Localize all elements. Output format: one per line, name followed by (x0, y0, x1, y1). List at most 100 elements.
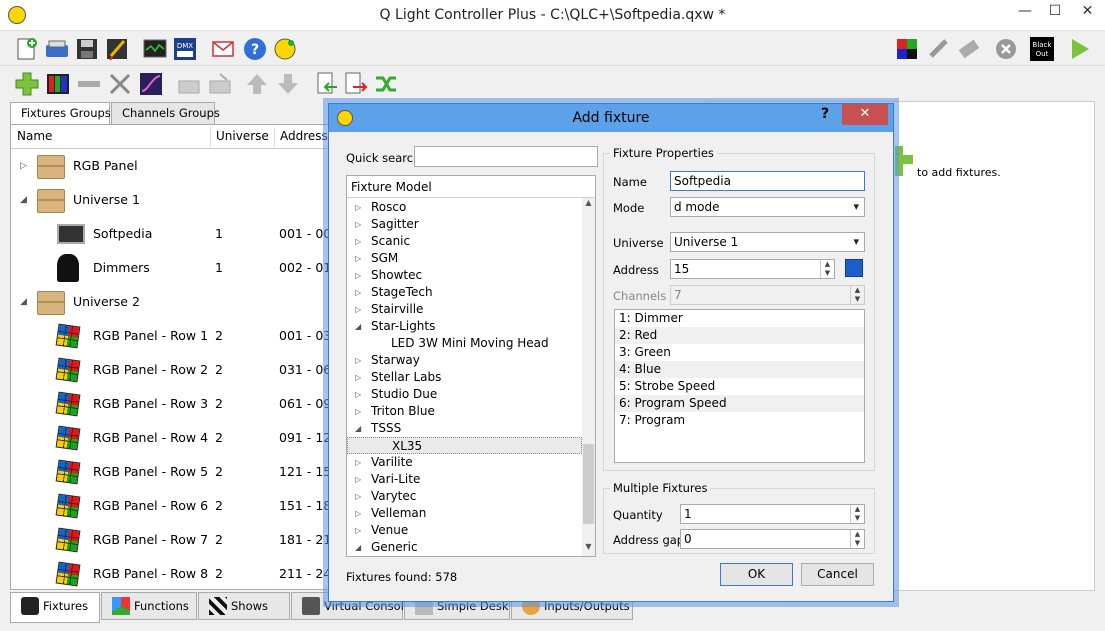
manufacturer-item[interactable]: ▷ Sagitter (347, 216, 582, 233)
manufacturer-item[interactable]: ▷ Vari-Lite (347, 471, 582, 488)
manufacturer-item[interactable]: ◢ Star-Lights (347, 318, 582, 335)
dmx-address-icon[interactable]: DMX (172, 36, 198, 62)
column-universe[interactable]: Universe (216, 129, 269, 143)
tree-row[interactable]: Softpedia 1 001 - 00 (11, 217, 329, 251)
tab-channels-groups[interactable]: Channels Groups (111, 102, 220, 124)
manufacturer-item[interactable]: ▷ SGM (347, 250, 582, 267)
tree-row[interactable]: RGB Panel - Row 5 2 121 - 15 (11, 455, 329, 489)
manufacturer-item[interactable]: ▷ Showtec (347, 267, 582, 284)
expand-arrow-icon[interactable]: ▷ (355, 369, 361, 386)
expand-arrow-icon[interactable]: ▷ (355, 250, 361, 267)
configure-icon[interactable] (107, 71, 133, 97)
remove-fixture-icon[interactable] (76, 71, 102, 97)
rgb-matrix-icon[interactable] (894, 36, 920, 62)
expand-arrow-icon[interactable]: ▷ (355, 386, 361, 403)
address-picker-button[interactable] (845, 259, 863, 277)
universe-select[interactable]: Universe 1 (670, 232, 865, 252)
fixture-model-tree[interactable]: Fixture Model ▷ Rosco ▷ Sagitter ▷ Scanic ▷ SGM… (346, 175, 596, 557)
expand-arrow-icon[interactable]: ▷ (355, 199, 361, 216)
quantity-spin-arrows[interactable]: ▲ ▼ (850, 505, 864, 523)
move-up-icon[interactable] (244, 71, 270, 97)
scroll-up-icon[interactable]: ▲ (582, 198, 595, 207)
manufacturer-item[interactable]: ▷ Studio Due (347, 386, 582, 403)
save-as-icon[interactable] (104, 36, 130, 62)
column-name[interactable]: Name (17, 129, 52, 143)
tree-row[interactable]: RGB Panel - Row 6 2 151 - 18 (11, 489, 329, 523)
tree-row[interactable]: RGB Panel - Row 3 2 061 - 09 (11, 387, 329, 421)
blackout-icon[interactable]: Black Out (1029, 36, 1055, 62)
play-icon[interactable] (1066, 36, 1092, 62)
expand-arrow-icon[interactable]: ▷ (355, 352, 361, 369)
tree-row[interactable]: RGB Panel - Row 8 2 211 - 24 (11, 557, 329, 589)
export-fixtures-icon[interactable] (343, 71, 369, 97)
tab-fixtures-groups[interactable]: Fixtures Groups (10, 102, 111, 125)
open-file-icon[interactable] (44, 36, 70, 62)
manufacturer-item[interactable]: ▷ Triton Blue (347, 403, 582, 420)
remap-icon[interactable] (373, 71, 399, 97)
fixture-model-item[interactable]: LED 3W Mini Moving Head (347, 335, 582, 352)
import-icon[interactable] (176, 71, 202, 97)
help-icon[interactable]: ? (242, 36, 268, 62)
close-button[interactable]: ✕ (1070, 0, 1105, 24)
manufacturer-item[interactable]: ◢ Generic (347, 539, 582, 556)
channel-item[interactable]: 1: Dimmer (615, 310, 864, 327)
collapse-arrow-icon[interactable]: ◢ (355, 539, 361, 556)
quick-search-input[interactable] (414, 146, 598, 167)
blind-mode-icon[interactable] (926, 36, 952, 62)
tree-row[interactable]: ◢ Universe 2 (11, 285, 329, 319)
tab-fixtures[interactable]: Fixtures (10, 592, 100, 623)
manufacturer-item[interactable]: ▷ StageTech (347, 284, 582, 301)
email-icon[interactable] (210, 36, 236, 62)
tree-row[interactable]: ▷ RGB Panel (11, 149, 329, 183)
dialog-close-button[interactable]: ✕ (842, 104, 888, 125)
export-icon[interactable] (207, 71, 233, 97)
fixture-tree[interactable]: Name Universe Address ▷ RGB Panel ◢ Univers… (10, 124, 330, 590)
tools-icon[interactable] (956, 36, 982, 62)
add-rgb-panel-icon[interactable] (45, 71, 71, 97)
name-input[interactable]: Softpedia (670, 171, 865, 191)
manufacturer-item[interactable]: ▷ Venue (347, 522, 582, 539)
channel-item[interactable]: 6: Program Speed (615, 395, 864, 412)
tree-row[interactable]: RGB Panel - Row 2 2 031 - 06 (11, 353, 329, 387)
quantity-spinbox[interactable]: 1 ▲ ▼ (680, 504, 865, 524)
expand-arrow-icon[interactable]: ▷ (355, 301, 361, 318)
maximize-button[interactable]: ☐ (1040, 0, 1070, 24)
minimize-button[interactable]: — (1010, 0, 1040, 24)
expand-arrow-icon[interactable]: ▷ (355, 505, 361, 522)
expand-arrow-icon[interactable]: ▷ (355, 454, 361, 471)
column-address[interactable]: Address (280, 129, 328, 143)
move-down-icon[interactable] (275, 71, 301, 97)
scroll-down-icon[interactable]: ▼ (582, 542, 595, 551)
manufacturer-item[interactable]: ▷ Stellar Labs (347, 369, 582, 386)
manufacturer-item[interactable]: ▷ Scanic (347, 233, 582, 250)
fixture-model-item[interactable]: XL35 (347, 437, 582, 454)
add-fixture-icon[interactable] (14, 71, 40, 97)
address-spin-arrows[interactable]: ▲ ▼ (820, 260, 834, 278)
expand-arrow-icon[interactable]: ▷ (355, 233, 361, 250)
monitor-icon[interactable] (142, 36, 168, 62)
collapse-arrow-icon[interactable]: ◢ (355, 420, 361, 437)
expand-arrow-icon[interactable]: ▷ (20, 161, 27, 171)
new-file-icon[interactable] (14, 36, 40, 62)
scrollbar-thumb[interactable] (583, 444, 594, 524)
address-spinbox[interactable]: 15 ▲ ▼ (670, 259, 835, 279)
tab-functions[interactable]: Functions (101, 592, 197, 620)
channel-item[interactable]: 2: Red (615, 327, 864, 344)
channel-item[interactable]: 4: Blue (615, 361, 864, 378)
collapse-arrow-icon[interactable]: ◢ (20, 297, 27, 307)
expand-arrow-icon[interactable]: ▷ (355, 284, 361, 301)
manufacturer-item[interactable]: ◢ TSSS (347, 420, 582, 437)
about-icon[interactable] (272, 36, 298, 62)
mode-select[interactable]: d mode (670, 197, 865, 217)
manufacturer-item[interactable]: ▷ Rosco (347, 199, 582, 216)
cancel-button[interactable]: Cancel (801, 563, 874, 586)
save-icon[interactable] (74, 36, 100, 62)
collapse-arrow-icon[interactable]: ◢ (355, 318, 361, 335)
expand-arrow-icon[interactable]: ▷ (355, 403, 361, 420)
manufacturer-item[interactable]: ▷ Varilite (347, 454, 582, 471)
expand-arrow-icon[interactable]: ▷ (355, 488, 361, 505)
collapse-arrow-icon[interactable]: ◢ (20, 195, 27, 205)
address-gap-spin-arrows[interactable]: ▲ ▼ (850, 530, 864, 548)
expand-arrow-icon[interactable]: ▷ (355, 522, 361, 539)
tree-row[interactable]: ◢ Universe 1 (11, 183, 329, 217)
